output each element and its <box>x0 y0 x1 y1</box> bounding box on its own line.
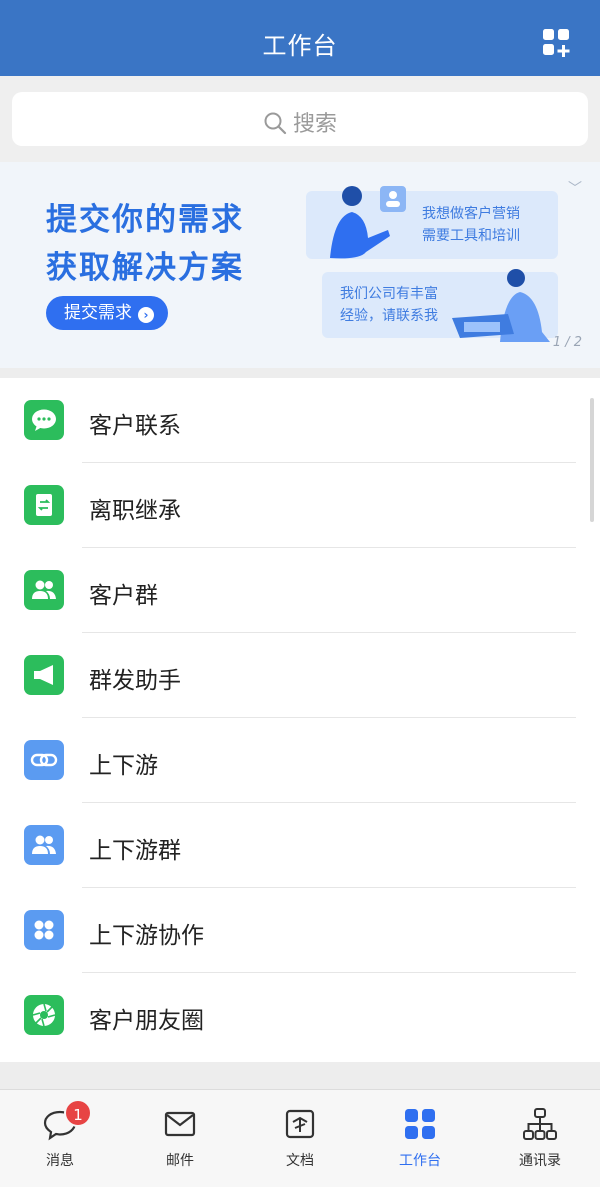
app-item-customer-moments[interactable]: 客户朋友圈 <box>0 973 600 1058</box>
page-title: 工作台 <box>262 32 338 60</box>
woman-illustration-icon <box>330 186 406 259</box>
search-placeholder: 搜索 <box>292 112 337 137</box>
app-item-customer-group[interactable]: 客户群 <box>0 548 600 633</box>
tab-workbench[interactable]: 工作台 <box>360 1090 480 1187</box>
app-item-label: 上下游 <box>89 753 158 779</box>
chat-bubble-icon <box>24 400 64 440</box>
tab-label: 工作台 <box>399 1153 441 1169</box>
tab-label: 邮件 <box>166 1153 194 1169</box>
top-bar: 工作台 <box>0 0 600 76</box>
tab-label: 消息 <box>46 1153 74 1169</box>
scrollbar[interactable] <box>590 398 594 522</box>
banner-headline-1: 提交你的需求 <box>46 202 244 238</box>
app-item-label: 客户群 <box>89 583 158 609</box>
tab-label: 文档 <box>286 1153 314 1169</box>
apps-icon <box>24 910 64 950</box>
app-item-customer-contact[interactable]: 客户联系 <box>0 378 600 463</box>
tab-messages[interactable]: 1 消息 <box>0 1090 120 1187</box>
grid-plus-icon[interactable] <box>542 28 572 58</box>
banner-card-1-text: 我想做客户营销 需要工具和培训 <box>422 206 520 244</box>
transfer-doc-icon <box>24 485 64 525</box>
app-item-label: 客户联系 <box>89 413 181 439</box>
org-chart-icon <box>523 1108 557 1140</box>
tab-label: 通讯录 <box>519 1153 561 1169</box>
document-icon <box>285 1109 315 1139</box>
app-item-upstream-group[interactable]: 上下游群 <box>0 803 600 888</box>
app-item-label: 客户朋友圈 <box>89 1008 204 1034</box>
mail-icon <box>164 1111 196 1137</box>
app-item-resignation-inheritance[interactable]: 离职继承 <box>0 463 600 548</box>
banner-headline-2: 获取解决方案 <box>46 250 244 286</box>
group-icon <box>24 570 64 610</box>
banner-pager: 1 / 2 <box>552 335 582 350</box>
app-item-label: 群发助手 <box>89 668 181 694</box>
app-item-broadcast-assistant[interactable]: 群发助手 <box>0 633 600 718</box>
link-icon <box>24 740 64 780</box>
banner-card-2-text: 我们公司有丰富 经验，请联系我 <box>340 286 438 324</box>
app-item-label: 离职继承 <box>89 498 181 524</box>
chevron-down-icon[interactable]: ﹀ <box>568 178 582 198</box>
submit-request-button[interactable]: 提交需求 › <box>46 296 168 330</box>
aperture-icon <box>24 995 64 1035</box>
search-icon <box>264 112 287 135</box>
bottom-tab-bar: 1 消息 邮件 文档 工作台 通讯录 <box>0 1089 600 1187</box>
app-list: 客户联系 离职继承 客户群 群发助手 上下游 上下游群 上下游协作 客户朋友圈 <box>0 378 600 1062</box>
app-item-label: 上下游群 <box>89 838 181 864</box>
unread-badge: 1 <box>64 1099 92 1127</box>
chevron-right-icon: › <box>138 307 154 323</box>
search-area: 搜索 <box>0 76 600 162</box>
tab-mail[interactable]: 邮件 <box>120 1090 240 1187</box>
submit-request-label: 提交需求 <box>64 303 132 323</box>
tab-contacts[interactable]: 通讯录 <box>480 1090 600 1187</box>
app-item-label: 上下游协作 <box>89 923 204 949</box>
group-icon <box>24 825 64 865</box>
promo-banner[interactable]: 提交你的需求 获取解决方案 提交需求 › 我想做客户营销 需要工具和培训 我们公司… <box>0 162 600 368</box>
tab-docs[interactable]: 文档 <box>240 1090 360 1187</box>
workbench-icon <box>405 1109 435 1139</box>
search-input[interactable]: 搜索 <box>12 92 588 146</box>
app-item-upstream-downstream[interactable]: 上下游 <box>0 718 600 803</box>
app-item-upstream-collaboration[interactable]: 上下游协作 <box>0 888 600 973</box>
megaphone-icon <box>24 655 64 695</box>
